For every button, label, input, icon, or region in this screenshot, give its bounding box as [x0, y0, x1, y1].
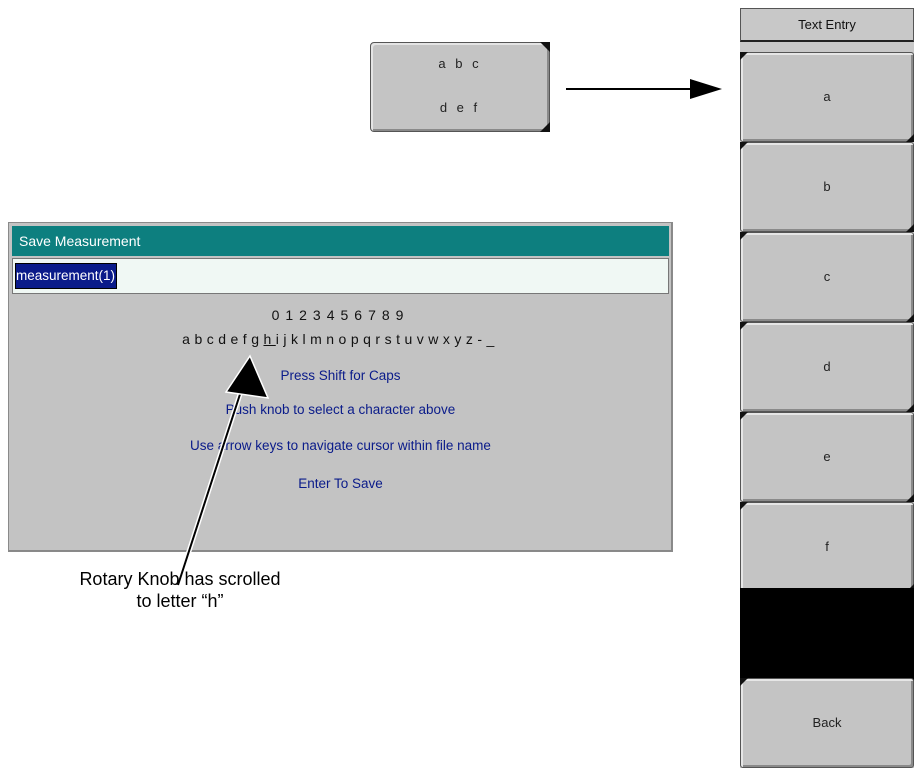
menu-button-b[interactable]: b [740, 142, 914, 232]
menu-button-label: d [823, 359, 831, 374]
menu-button-label: e [823, 449, 831, 464]
filename-value: measurement(1) [15, 263, 118, 289]
instruction-enter: Enter To Save [298, 476, 383, 491]
corner-notch-icon [906, 404, 914, 412]
letters-after: ijklmnopqrstuvwxyz-_ [275, 331, 499, 347]
menu-button-label: b [823, 179, 831, 194]
caption-line-2: to letter “h” [136, 591, 224, 611]
abc-def-softkey[interactable]: a b c d e f [370, 42, 550, 132]
corner-notch-icon [740, 142, 748, 150]
menu-empty-slot [740, 588, 914, 684]
menu-button-label: a [823, 89, 831, 104]
corner-notch-icon [740, 502, 748, 510]
caption-line-1: Rotary Knob has scrolled [79, 569, 281, 589]
annotation-caption: Rotary Knob has scrolled to letter “h” [30, 568, 330, 612]
instruction-knob: Push knob to select a character above [225, 402, 456, 417]
corner-notch-icon [906, 224, 914, 232]
digit-characters[interactable]: 0123456789 [9, 307, 672, 323]
corner-notch-icon [540, 42, 550, 52]
corner-notch-icon [740, 678, 748, 686]
menu-button-a[interactable]: a [740, 52, 914, 142]
letter-characters[interactable]: abcdefghijklmnopqrstuvwxyz-_ [9, 331, 672, 347]
menu-button-d[interactable]: d [740, 322, 914, 412]
letters-before: abcdefg [182, 331, 264, 347]
corner-notch-icon [540, 122, 550, 132]
text-entry-menu: Text Entry a b c d e f Back [740, 8, 914, 768]
back-button[interactable]: Back [740, 678, 914, 768]
corner-notch-icon [906, 314, 914, 322]
corner-notch-icon [906, 494, 914, 502]
menu-button-f[interactable]: f [740, 502, 914, 592]
corner-notch-icon [906, 134, 914, 142]
dialog-title: Save Measurement [12, 226, 669, 256]
selected-letter: h [263, 331, 276, 347]
menu-button-label: f [825, 539, 829, 554]
softkey-line-1: a b c [438, 56, 482, 71]
arrow-right-icon [690, 79, 722, 99]
menu-button-e[interactable]: e [740, 412, 914, 502]
softkey-line-2: d e f [439, 100, 481, 115]
corner-notch-icon [740, 412, 748, 420]
filename-input[interactable]: measurement(1) [12, 258, 669, 294]
instruction-arrows: Use arrow keys to navigate cursor within… [190, 438, 491, 453]
save-measurement-dialog: Save Measurement measurement(1) 01234567… [8, 222, 673, 552]
menu-button-label: c [823, 269, 831, 284]
corner-notch-icon [740, 322, 748, 330]
back-button-label: Back [812, 715, 842, 730]
arrow-line [566, 88, 696, 90]
corner-notch-icon [740, 52, 748, 60]
instruction-caps: Press Shift for Caps [280, 368, 401, 383]
menu-button-c[interactable]: c [740, 232, 914, 322]
menu-title: Text Entry [740, 8, 914, 42]
corner-notch-icon [740, 232, 748, 240]
